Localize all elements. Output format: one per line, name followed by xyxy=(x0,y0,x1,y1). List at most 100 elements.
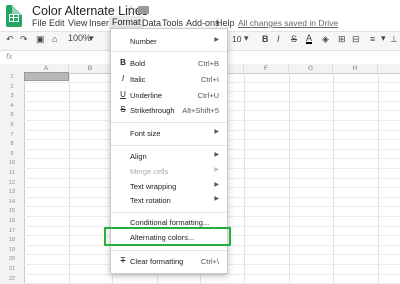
borders-icon[interactable]: ⊞ xyxy=(338,34,346,45)
row-header-21[interactable]: 21 xyxy=(0,265,24,274)
row-header-9[interactable]: 9 xyxy=(0,150,24,159)
star-icon[interactable]: ☆ xyxy=(126,3,137,17)
fill-color-icon[interactable]: ◈ xyxy=(322,34,329,45)
row-header-13[interactable]: 13 xyxy=(0,188,24,197)
menu-help[interactable]: Help xyxy=(216,18,235,28)
menu-edit[interactable]: Edit xyxy=(49,18,65,28)
row-header-6[interactable]: 6 xyxy=(0,121,24,130)
column-header-g[interactable]: G xyxy=(289,64,333,73)
highlight-box xyxy=(104,227,231,246)
fx-label: fx xyxy=(6,51,13,61)
save-status[interactable]: All changes saved in Drive xyxy=(238,18,338,28)
bold-icon[interactable]: B xyxy=(262,34,269,44)
menu-strikethrough-shortcut: Alt+Shift+5 xyxy=(182,106,219,115)
menu-divider xyxy=(111,212,227,213)
menu-add-ons[interactable]: Add-ons xyxy=(186,18,220,28)
row-header-10[interactable]: 10 xyxy=(0,159,24,168)
row-header-3[interactable]: 3 xyxy=(0,92,24,101)
menu-divider xyxy=(111,122,227,123)
menu-divider xyxy=(111,51,227,52)
row-header-20[interactable]: 20 xyxy=(0,255,24,264)
menu-data[interactable]: Data xyxy=(142,18,161,28)
italic-icon: I xyxy=(121,74,125,83)
menu-align-label: Align xyxy=(130,152,147,161)
grid-row-line xyxy=(24,274,400,275)
print-icon[interactable]: ▣ xyxy=(36,34,45,45)
row-header-11[interactable]: 11 xyxy=(0,169,24,178)
menu-underline[interactable]: U Underline Ctrl+U xyxy=(111,88,227,102)
menu-merge-cells: Merge cells ▶ xyxy=(111,164,227,178)
menu-italic-label: Italic xyxy=(130,75,146,84)
menu-bold[interactable]: B Bold Ctrl+B xyxy=(111,56,227,70)
merge-cells-icon[interactable]: ⊟ xyxy=(352,34,360,45)
menu-number[interactable]: Number ▶ xyxy=(111,34,227,48)
clear-formatting-icon: T xyxy=(120,256,126,265)
menu-text-rotation-label: Text rotation xyxy=(130,196,171,205)
submenu-arrow-icon: ▶ xyxy=(214,182,219,188)
menu-bold-shortcut: Ctrl+B xyxy=(197,59,219,68)
wrap-icon[interactable]: ⊥ xyxy=(390,34,398,45)
redo-icon[interactable]: ↷ xyxy=(20,34,28,45)
text-color-icon[interactable]: A xyxy=(306,34,313,44)
menu-view[interactable]: View xyxy=(68,18,87,28)
submenu-arrow-icon: ▶ xyxy=(214,196,219,202)
menu-bold-label: Bold xyxy=(130,59,146,68)
chevron-down-icon[interactable]: ▾ xyxy=(89,33,94,44)
menu-merge-cells-label: Merge cells xyxy=(130,167,169,176)
sheets-logo-icon[interactable] xyxy=(6,5,22,27)
bold-icon: B xyxy=(120,58,126,67)
menu-italic-shortcut: Ctrl+I xyxy=(200,75,219,84)
row-header-19[interactable]: 19 xyxy=(0,246,24,255)
menu-divider xyxy=(111,250,227,251)
menu-underline-label: Underline xyxy=(130,91,163,100)
submenu-arrow-icon: ▶ xyxy=(214,37,219,43)
folder-icon[interactable] xyxy=(138,6,149,14)
menu-strikethrough[interactable]: S Strikethrough Alt+Shift+5 xyxy=(111,103,227,117)
row-header-22[interactable]: 22 xyxy=(0,275,24,284)
menu-strikethrough-label: Strikethrough xyxy=(130,106,175,115)
row-header-17[interactable]: 17 xyxy=(0,227,24,236)
underline-icon: U xyxy=(120,90,126,99)
menu-font-size-label: Font size xyxy=(130,129,161,138)
chevron-down-icon[interactable]: ▾ xyxy=(244,33,249,44)
submenu-arrow-icon: ▶ xyxy=(214,152,219,158)
menu-align[interactable]: Align ▶ xyxy=(111,149,227,163)
strikethrough-icon: S xyxy=(120,105,126,114)
undo-icon[interactable]: ↶ xyxy=(6,34,14,45)
column-header-h[interactable]: H xyxy=(333,64,378,73)
italic-icon[interactable]: I xyxy=(277,34,280,44)
paint-format-icon[interactable]: ⌂ xyxy=(52,34,57,44)
row-header-8[interactable]: 8 xyxy=(0,140,24,149)
row-header-12[interactable]: 12 xyxy=(0,179,24,188)
row-header-18[interactable]: 18 xyxy=(0,236,24,245)
row-header-4[interactable]: 4 xyxy=(0,102,24,111)
column-header-b[interactable]: B xyxy=(69,64,112,73)
menu-divider xyxy=(111,145,227,146)
row-header-2[interactable]: 2 xyxy=(0,83,24,92)
menu-number-label: Number xyxy=(130,37,157,46)
submenu-arrow-icon: ▶ xyxy=(214,129,219,135)
selected-cell-a1[interactable] xyxy=(24,72,69,81)
menu-clear-formatting-label: Clear formatting xyxy=(130,257,184,266)
strikethrough-icon[interactable]: S xyxy=(291,34,297,44)
zoom-select[interactable]: 100% xyxy=(68,33,91,43)
align-icon[interactable]: ≡ xyxy=(370,34,375,44)
submenu-arrow-icon: ▶ xyxy=(214,167,219,173)
menu-tools[interactable]: Tools xyxy=(162,18,183,28)
row-header-1[interactable]: 1 xyxy=(0,73,24,82)
row-header-14[interactable]: 14 xyxy=(0,198,24,207)
row-header-16[interactable]: 16 xyxy=(0,217,24,226)
chevron-down-icon[interactable]: ▾ xyxy=(381,33,386,44)
row-header-15[interactable]: 15 xyxy=(0,207,24,216)
row-header-7[interactable]: 7 xyxy=(0,131,24,140)
menu-font-size[interactable]: Font size ▶ xyxy=(111,126,227,140)
menu-text-wrapping[interactable]: Text wrapping ▶ xyxy=(111,179,227,193)
menu-clear-formatting-shortcut: Ctrl+\ xyxy=(200,257,219,266)
column-header-f[interactable]: F xyxy=(244,64,289,73)
row-header-5[interactable]: 5 xyxy=(0,111,24,120)
menu-text-rotation[interactable]: Text rotation ▶ xyxy=(111,193,227,207)
menu-clear-formatting[interactable]: T Clear formatting Ctrl+\ xyxy=(111,254,227,268)
menu-file[interactable]: File xyxy=(32,18,47,28)
menu-italic[interactable]: I Italic Ctrl+I xyxy=(111,72,227,86)
font-size-select[interactable]: 10 xyxy=(232,34,241,44)
